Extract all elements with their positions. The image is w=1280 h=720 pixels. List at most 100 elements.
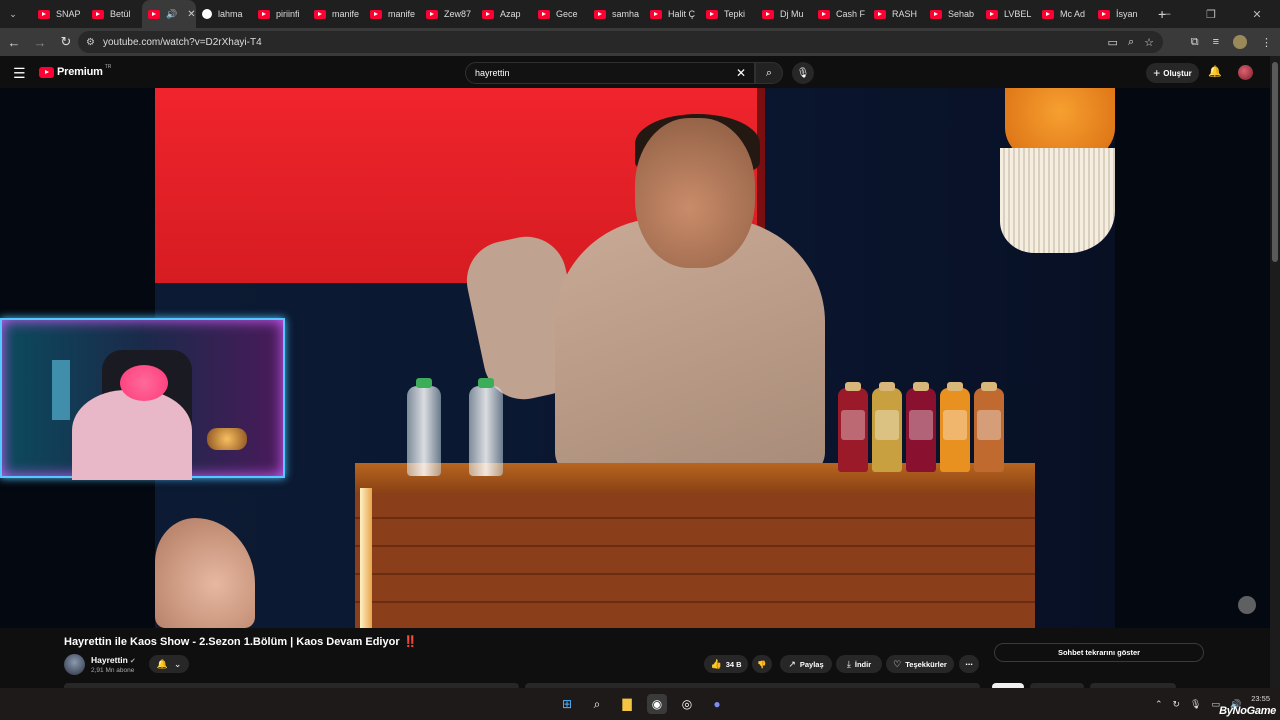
bookmark-star-icon[interactable]: ☆ <box>1144 36 1154 49</box>
hamburger-menu-icon[interactable]: ☰ <box>13 65 26 82</box>
browser-tab[interactable]: Halit Ç <box>644 0 700 28</box>
browser-tab[interactable]: lahma <box>196 0 252 28</box>
youtube-header: ☰ Premium TR hayrettin ✕ ⌕ 🎙 + Oluştur 🔔 <box>0 56 1270 88</box>
browser-tab[interactable]: İsyan <box>1092 0 1148 28</box>
account-avatar[interactable] <box>1238 65 1253 80</box>
search-value: hayrettin <box>475 68 510 78</box>
extensions-icon[interactable]: ⧉ <box>1191 36 1199 49</box>
download-button[interactable]: ⤓ İndir <box>836 655 882 673</box>
youtube-icon <box>762 9 774 19</box>
browser-tab[interactable]: Dj Mu <box>756 0 812 28</box>
url-bar[interactable]: ⚙ youtube.com/watch?v=D2rXhayi-T4 <box>78 31 1163 53</box>
browser-tab[interactable]: SNAP <box>32 0 86 28</box>
youtube-icon <box>706 9 718 19</box>
page-scrollbar[interactable] <box>1270 56 1280 688</box>
browser-tab[interactable]: Betül <box>86 0 142 28</box>
minimize-button[interactable]: — <box>1142 8 1188 20</box>
search-button[interactable]: ⌕ <box>755 62 783 84</box>
sync-icon[interactable]: ↻ <box>1173 699 1181 710</box>
more-actions-button[interactable]: ⋯ <box>959 655 979 673</box>
like-button[interactable]: 👍 34 B <box>704 655 748 673</box>
youtube-icon <box>538 9 550 19</box>
reload-button[interactable]: ↻ <box>54 34 78 50</box>
close-tab-icon[interactable]: ✕ <box>187 9 195 20</box>
windows-start-icon[interactable]: ⊞ <box>557 694 577 714</box>
streamer-hoodie <box>72 390 192 480</box>
browser-tab[interactable]: 🔊 ✕ <box>142 0 196 28</box>
juice-bottle <box>872 382 902 472</box>
tab-search-button[interactable]: ⌄ <box>4 5 22 23</box>
chevron-up-icon[interactable]: ⌃ <box>1155 699 1163 710</box>
subscriber-count: 2,91 Mn abone <box>91 667 135 674</box>
media-control-icon[interactable]: ≡ <box>1213 36 1219 48</box>
browser-tab[interactable]: Zew87 <box>420 0 476 28</box>
zoom-icon[interactable]: ⌕ <box>1128 36 1134 49</box>
browser-tab[interactable]: Mc Ad <box>1036 0 1092 28</box>
browser-tab[interactable]: Tepki <box>700 0 756 28</box>
tab-label: Sehab <box>948 9 975 19</box>
video-player[interactable] <box>0 88 1270 628</box>
share-label: Paylaş <box>799 659 824 669</box>
maximize-button[interactable]: ❐ <box>1188 8 1234 21</box>
close-window-button[interactable]: ✕ <box>1234 8 1280 21</box>
chrome-icon[interactable]: ◉ <box>647 694 667 714</box>
youtube-premium-logo[interactable]: Premium TR <box>39 64 111 78</box>
subscribed-bell-button[interactable]: 🔔 ⌄ <box>149 655 189 673</box>
site-info-icon[interactable]: ⚙ <box>86 37 95 48</box>
share-button[interactable]: ↗ Paylaş <box>780 655 832 673</box>
browser-tab[interactable]: piriinfi <box>252 0 308 28</box>
scrollbar-thumb[interactable] <box>1272 62 1278 262</box>
show-chat-replay-button[interactable]: Sohbet tekrarını göster <box>994 643 1204 662</box>
file-explorer-icon[interactable]: ▇ <box>617 694 637 714</box>
tab-label: Zew87 <box>444 9 472 19</box>
browser-tab[interactable]: RASH <box>868 0 924 28</box>
back-button[interactable]: ← <box>2 35 26 50</box>
profile-avatar[interactable] <box>1233 35 1247 49</box>
browser-tab[interactable]: manife <box>308 0 364 28</box>
channel-watermark-icon[interactable] <box>1238 596 1256 614</box>
tab-list: SNAP Betül 🔊 ✕ lahma piriinfi manife manife Zew8… <box>32 0 1148 28</box>
create-label: Oluştur <box>1163 68 1192 78</box>
obs-icon[interactable]: ◎ <box>677 694 697 714</box>
logo-text: Premium <box>57 66 103 78</box>
thumbs-up-icon: 👍 <box>710 658 722 669</box>
discord-icon[interactable]: ● <box>707 694 727 714</box>
browser-tab[interactable]: samha <box>588 0 644 28</box>
video-info: Hayrettin ile Kaos Show - 2.Sezon 1.Bölü… <box>0 628 1270 691</box>
channel-avatar[interactable] <box>64 654 85 675</box>
juice-bottle <box>838 382 868 472</box>
microphone-icon[interactable]: 🎙 <box>1190 699 1201 710</box>
thanks-button[interactable]: ♡ Teşekkürler <box>886 655 954 673</box>
audio-playing-icon[interactable]: 🔊 <box>166 9 177 20</box>
create-button[interactable]: + Oluştur <box>1146 63 1199 83</box>
browser-tab[interactable]: Cash F <box>812 0 868 28</box>
browser-tab[interactable]: Azap <box>476 0 532 28</box>
forward-button[interactable]: → <box>28 35 52 50</box>
dislike-button[interactable]: 👎 <box>752 655 772 673</box>
browser-tab[interactable]: manife <box>364 0 420 28</box>
browser-tab-strip: ⌄ SNAP Betül 🔊 ✕ lahma piriinfi manife manife Ze… <box>0 0 1280 28</box>
search-icon[interactable]: ⌕ <box>587 694 607 714</box>
notifications-bell-icon[interactable]: 🔔 <box>1208 65 1222 78</box>
cast-icon[interactable]: ▭ <box>1108 36 1118 49</box>
voice-search-button[interactable]: 🎙 <box>792 62 814 84</box>
video-frame <box>155 88 1115 628</box>
verified-check-icon: ✔ <box>129 658 136 665</box>
tab-label: SNAP <box>56 9 81 19</box>
download-label: İndir <box>854 659 872 669</box>
juice-bottle <box>974 382 1004 472</box>
browser-tab[interactable]: Sehab <box>924 0 980 28</box>
browser-tab[interactable]: Gece <box>532 0 588 28</box>
search-input[interactable]: hayrettin ✕ <box>465 62 755 84</box>
tab-label: Tepki <box>724 9 746 19</box>
bynogame-watermark: ByNoGame <box>1219 705 1276 717</box>
clear-search-icon[interactable]: ✕ <box>736 66 746 80</box>
browser-menu-icon[interactable]: ⋮ <box>1261 36 1272 49</box>
youtube-icon <box>818 9 830 19</box>
channel-name[interactable]: Hayrettin ✔ <box>91 655 136 665</box>
windows-taskbar: ⊞ ⌕ ▇ ◉ ◎ ● ⌃ ↻ 🎙 ▭ 🔊 23:55 <box>0 688 1280 720</box>
window-controls: — ❐ ✕ <box>1142 0 1280 28</box>
browser-tab[interactable]: LVBEL <box>980 0 1036 28</box>
tab-label: Gece <box>556 9 578 19</box>
tab-label: piriinfi <box>276 9 300 19</box>
